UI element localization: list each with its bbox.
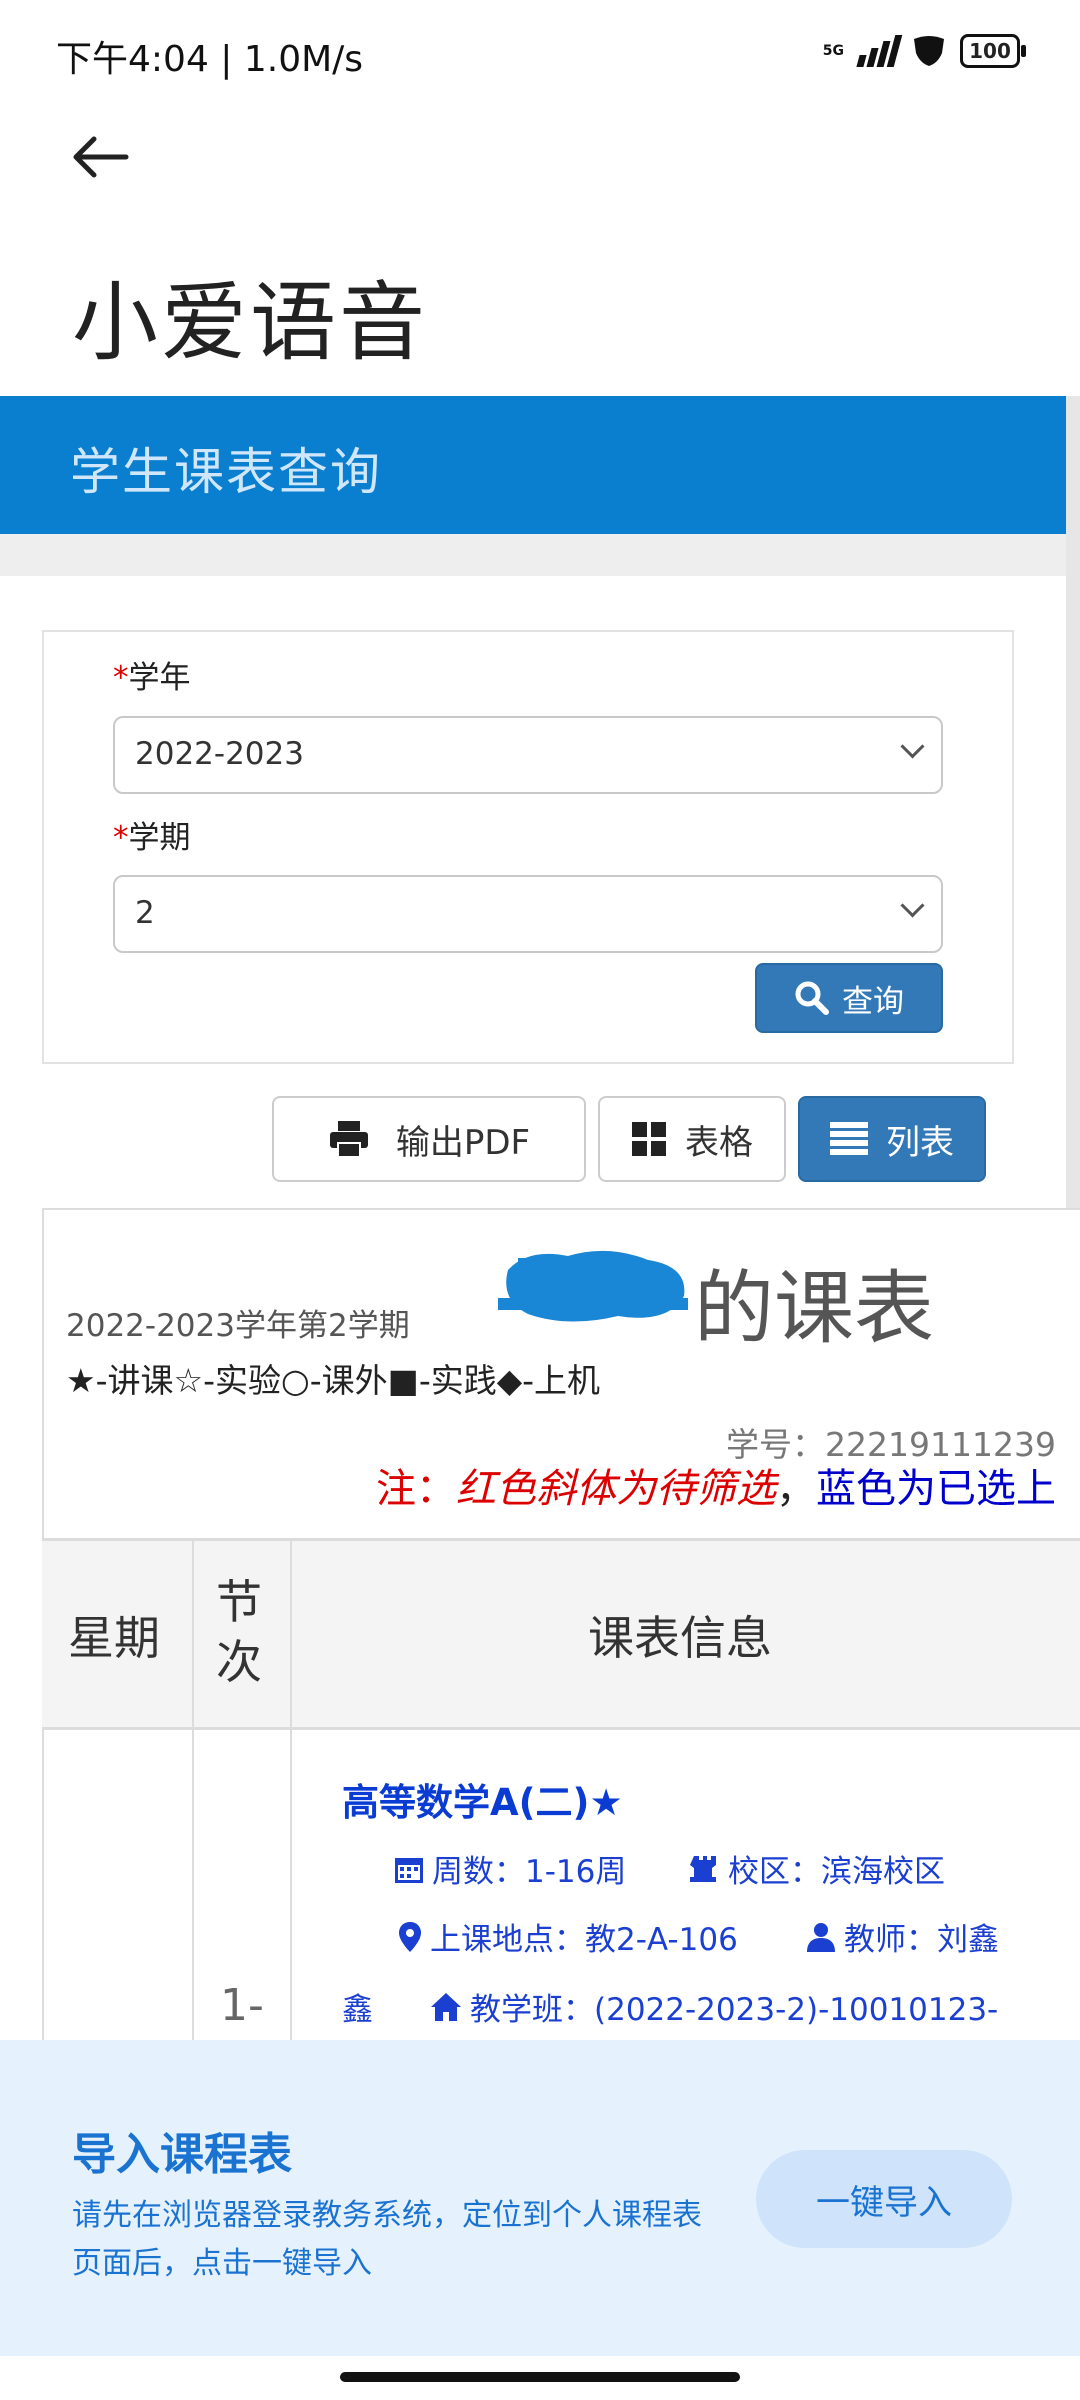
column-divider <box>290 1538 292 2058</box>
course-weeks: 周数：1-16周 <box>394 1846 626 1891</box>
legend-text: ★-讲课☆-实验○-课外■-实践◆-上机 <box>66 1361 601 1400</box>
period-value: 1- <box>220 1980 264 2031</box>
course-class: 教学班：(2022-2023-2)-10010123- <box>430 1984 998 2029</box>
home-indicator[interactable] <box>340 2372 740 2382</box>
signal-icon <box>856 35 903 67</box>
import-sheet-description: 请先在浏览器登录教务系统，定位到个人课程表页面后，点击一键导入 <box>72 2198 702 2281</box>
grid-view-button[interactable]: 表格 <box>598 1096 786 1182</box>
course-campus: 校区：滨海校区 <box>690 1846 945 1891</box>
year-label: *学年 <box>113 660 191 696</box>
status-icons: 5G 100 <box>822 34 1026 68</box>
chevron-down-icon <box>900 893 925 918</box>
shield-icon <box>914 36 944 66</box>
year-select[interactable]: 2022-2023 <box>113 716 943 794</box>
rook-icon <box>690 1855 716 1882</box>
column-course-info: 课表信息 <box>588 1611 772 1665</box>
section-divider <box>0 534 1066 576</box>
course-teacher: 教师：刘鑫 <box>806 1914 999 1959</box>
list-icon <box>830 1122 868 1155</box>
back-arrow-icon[interactable] <box>70 130 130 188</box>
grid-icon <box>632 1122 666 1156</box>
column-weekday: 星期 <box>68 1611 160 1665</box>
list-view-button[interactable]: 列表 <box>798 1096 986 1182</box>
query-button[interactable]: 查询 <box>755 963 943 1033</box>
column-period: 节次 <box>216 1572 266 1692</box>
printer-icon <box>329 1121 368 1158</box>
schedule-title: 的课表 <box>694 1262 934 1355</box>
network-type: 5G <box>822 42 844 59</box>
home-icon <box>431 1992 461 2021</box>
table-header <box>42 1538 1080 1730</box>
battery-icon: 100 <box>960 34 1026 68</box>
map-pin-icon <box>399 1921 421 1952</box>
calendar-icon <box>395 1857 423 1883</box>
course-teacher-wrap: 鑫 <box>342 1992 373 2028</box>
term-label: *学期 <box>113 820 191 856</box>
chevron-down-icon <box>900 734 925 759</box>
term-text: 2022-2023学年第2学期 <box>66 1308 410 1344</box>
note-text: 注：红色斜体为待筛选，蓝色为已选上 <box>376 1466 1056 1512</box>
app-title: 小爱语音 <box>72 273 428 373</box>
redaction-mark <box>498 1250 688 1322</box>
banner-title: 学生课表查询 <box>70 443 382 501</box>
user-icon <box>807 1922 835 1952</box>
column-divider <box>192 1538 194 2058</box>
term-select[interactable]: 2 <box>113 875 943 953</box>
one-click-import-button[interactable]: 一键导入 <box>756 2150 1012 2248</box>
import-sheet-title: 导入课程表 <box>72 2129 292 2180</box>
course-name[interactable]: 高等数学A(二)★ <box>342 1772 623 1826</box>
status-time-speed: 下午4:04 | 1.0M/s <box>56 39 364 80</box>
column-period-label: 节次 <box>216 1575 262 1689</box>
course-location: 上课地点：教2-A-106 <box>398 1914 738 1959</box>
search-icon <box>795 981 829 1015</box>
export-pdf-button[interactable]: 输出PDF <box>272 1096 586 1182</box>
